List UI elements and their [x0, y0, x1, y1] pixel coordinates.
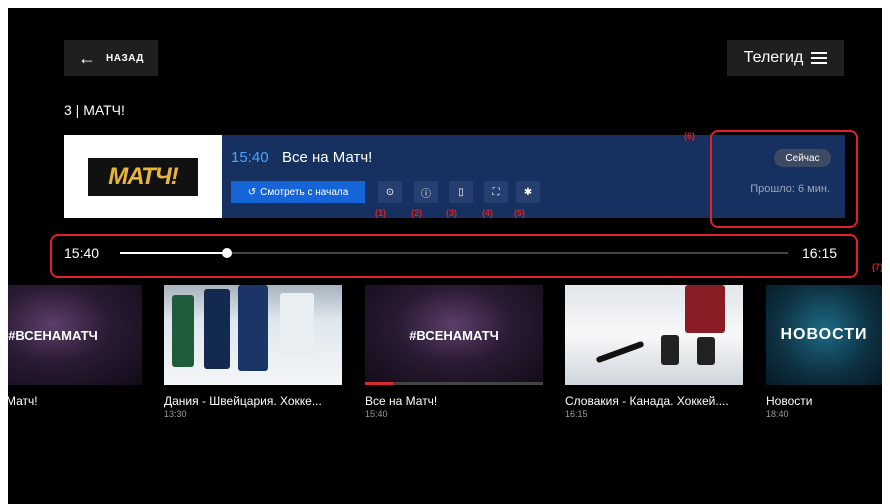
timeline-start-time: 15:40	[64, 245, 100, 261]
hockey-player-figure	[204, 289, 230, 369]
channel-logo: МАТЧ!	[64, 135, 222, 218]
program-start-time: 15:40	[231, 149, 269, 166]
thumbnail-text: НОВОСТИ	[780, 326, 868, 343]
timeline-track[interactable]	[120, 248, 788, 258]
carousel-item-time: 13:30	[164, 409, 187, 419]
hockey-player-figure	[685, 285, 725, 333]
carousel-thumbnail[interactable]	[164, 285, 342, 385]
settings-button[interactable]: ✱	[516, 181, 540, 203]
timeline-progress-fill	[120, 252, 227, 254]
back-button[interactable]: ← НАЗАД	[64, 40, 158, 76]
restart-icon: ↺	[247, 186, 257, 198]
carousel-item-time: 18:40	[766, 409, 789, 419]
timeline-end-time: 16:15	[802, 245, 838, 261]
annotation-marker-7: (7)	[872, 262, 882, 272]
settings-icon: ✱	[523, 186, 533, 198]
carousel-item-progress	[365, 382, 543, 385]
thumbnail-text: #ВСЕНАМАТЧ	[8, 327, 98, 343]
annotation-box-6	[710, 130, 858, 228]
record-button[interactable]: ⊙	[378, 181, 402, 203]
carousel-thumbnail[interactable]: НОВОСТИ	[766, 285, 882, 385]
hockey-stick-figure	[595, 340, 645, 364]
carousel-thumbnail[interactable]	[565, 285, 743, 385]
hockey-player-figure	[238, 285, 268, 371]
timeline-scrubber-handle[interactable]	[221, 248, 232, 258]
carousel-item-time: 15:40	[365, 409, 388, 419]
fullscreen-icon: ⛶	[492, 186, 500, 198]
tv-guide-button[interactable]: Телегид	[727, 40, 844, 76]
carousel-thumbnail[interactable]: #ВСЕНАМАТЧ	[8, 285, 142, 385]
carousel-item-title[interactable]: Все на Матч!	[365, 394, 540, 408]
menu-icon	[811, 52, 828, 64]
goalie-figure	[280, 293, 314, 357]
hockey-player-figure	[172, 295, 194, 367]
arrow-left-icon: ←	[78, 48, 96, 68]
bookmark-icon: ▯	[458, 186, 464, 198]
carousel-item-title[interactable]: Словакия - Канада. Хоккей....	[565, 394, 743, 408]
info-button[interactable]: ⓘ	[414, 181, 438, 203]
channel-title: 3 | МАТЧ!	[64, 102, 125, 118]
back-button-label: НАЗАД	[106, 52, 144, 64]
tv-guide-label: Телегид	[743, 49, 804, 66]
record-icon: ⊙	[385, 186, 395, 198]
hockey-skate-figure	[697, 337, 715, 365]
annotation-box-7	[50, 234, 858, 278]
carousel-thumbnail-current[interactable]: #ВСЕНАМАТЧ	[365, 285, 543, 385]
watch-from-start-button[interactable]: ↺ Смотреть с начала	[231, 181, 365, 203]
annotation-marker-4: (4)	[482, 208, 493, 218]
channel-logo-text: МАТЧ!	[88, 157, 198, 196]
annotation-marker-5: (5)	[514, 208, 525, 218]
program-name: Все на Матч!	[282, 149, 373, 166]
carousel-item-title[interactable]: Новости	[766, 394, 876, 408]
carousel-item-time: 16:15	[565, 409, 588, 419]
carousel-item-title[interactable]: Дания - Швейцария. Хокке...	[164, 394, 339, 408]
fullscreen-button[interactable]: ⛶	[484, 181, 508, 203]
watch-from-start-label: Смотреть с начала	[260, 186, 349, 198]
bookmark-button[interactable]: ▯	[449, 181, 473, 203]
info-icon: ⓘ	[421, 188, 431, 200]
thumbnail-text: #ВСЕНАМАТЧ	[409, 327, 499, 343]
tv-screen: ← НАЗАД Телегид 3 | МАТЧ! МАТЧ! 15:40 Вс…	[8, 8, 882, 504]
annotation-marker-1: (1)	[375, 208, 386, 218]
hockey-skate-figure	[661, 335, 679, 365]
annotation-marker-2: (2)	[411, 208, 422, 218]
annotation-marker-6: (6)	[684, 131, 695, 141]
annotation-marker-3: (3)	[446, 208, 457, 218]
carousel-item-title[interactable]: Матч!	[8, 394, 136, 408]
